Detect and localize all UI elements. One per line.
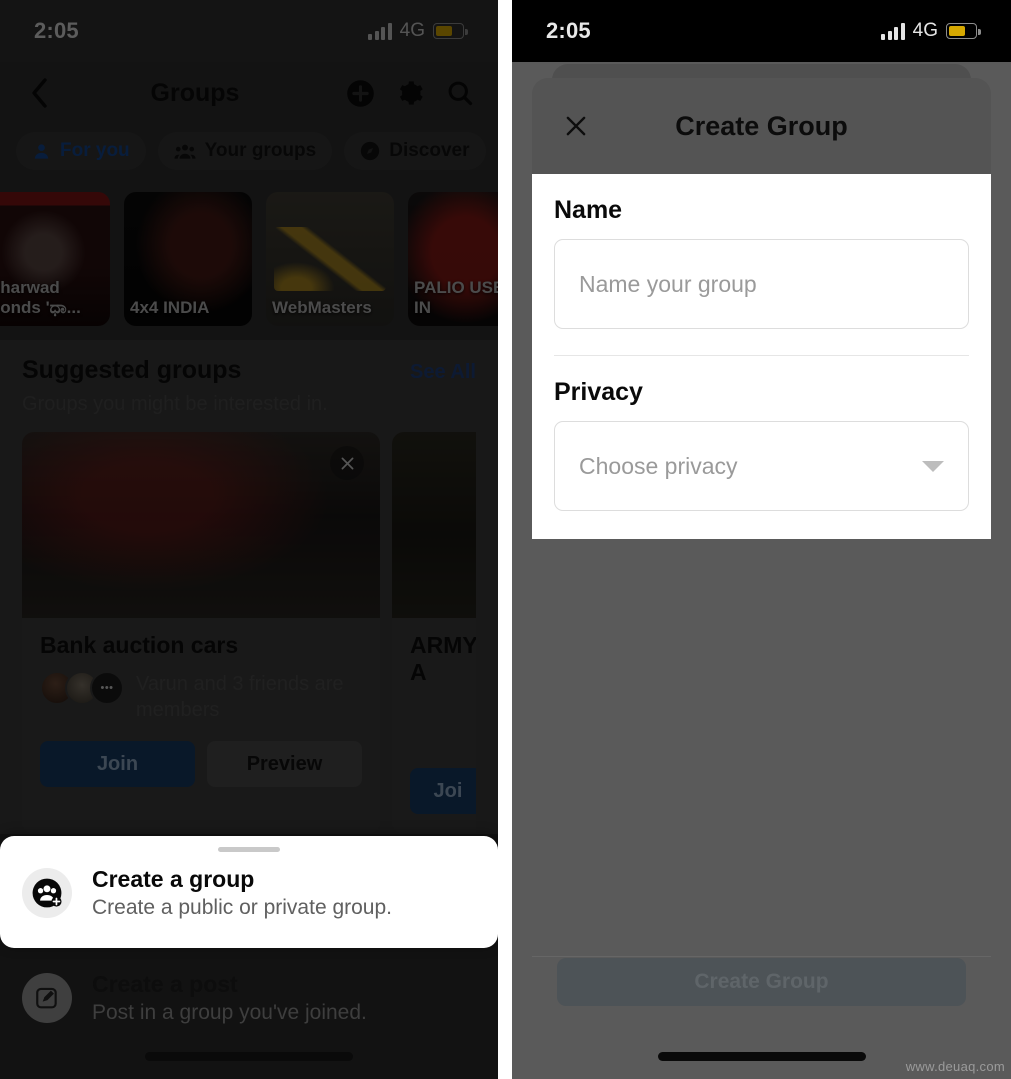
person-icon bbox=[32, 142, 51, 161]
bottom-sheet-secondary: Create a post Post in a group you've joi… bbox=[0, 949, 498, 1039]
tab-label: Your groups bbox=[205, 140, 317, 162]
join-button[interactable]: Join bbox=[40, 741, 195, 787]
group-card[interactable]: Dharwad Bonds 'ಧಾ... bbox=[0, 192, 110, 326]
sheet-item-subtitle: Create a public or private group. bbox=[92, 896, 392, 920]
status-bar: 2:05 4G bbox=[512, 0, 1011, 62]
bottom-sheet-highlighted[interactable]: Create a group Create a public or privat… bbox=[0, 836, 498, 948]
card-actions: Join Preview bbox=[40, 741, 362, 787]
tab-bar: For you Your groups Discover bbox=[0, 124, 498, 182]
members-text: Varun and 3 friends are members bbox=[136, 671, 362, 723]
home-indicator bbox=[145, 1052, 353, 1061]
name-field-label: Name bbox=[554, 196, 969, 225]
join-button[interactable]: Joi bbox=[410, 768, 476, 814]
group-cover-image bbox=[392, 432, 476, 618]
close-icon[interactable] bbox=[330, 446, 364, 480]
see-all-link[interactable]: See All bbox=[410, 361, 476, 384]
status-time: 2:05 bbox=[34, 18, 79, 44]
suggested-group-card[interactable]: Bank auction cars Varun and 3 friends ar… bbox=[22, 432, 380, 834]
create-group-modal: Create Group Name Name your group Privac… bbox=[532, 78, 991, 539]
left-phone-screen: 2:05 4G Groups bbox=[0, 0, 498, 1079]
status-indicators: 4G bbox=[368, 20, 464, 42]
group-cover-image bbox=[22, 432, 380, 618]
network-type-label: 4G bbox=[400, 20, 425, 42]
section-subtitle: Groups you might be interested in. bbox=[22, 393, 476, 416]
home-indicator bbox=[658, 1052, 866, 1061]
sheet-item-text: Create a post Post in a group you've joi… bbox=[92, 971, 367, 1025]
modal-body: Name Name your group Privacy Choose priv… bbox=[532, 174, 991, 539]
modal-header: Create Group bbox=[532, 78, 991, 174]
sheet-item-text: Create a group Create a public or privat… bbox=[92, 866, 392, 920]
app-bar: Groups bbox=[0, 62, 498, 124]
group-card-label: Dharwad Bonds 'ಧಾ... bbox=[0, 278, 104, 318]
group-name-input[interactable]: Name your group bbox=[554, 239, 969, 329]
group-card-label: 4x4 INDIA bbox=[130, 298, 246, 318]
create-group-submit-button[interactable]: Create Group bbox=[557, 958, 966, 1006]
sheet-item-title: Create a post bbox=[92, 971, 367, 998]
panel-separator bbox=[498, 0, 512, 1079]
group-card[interactable]: PALIO USERS IN bbox=[408, 192, 498, 326]
tab-label: For you bbox=[60, 140, 130, 162]
compose-icon bbox=[22, 973, 72, 1023]
chevron-down-icon bbox=[922, 461, 944, 472]
suggested-header: Suggested groups See All bbox=[22, 356, 476, 385]
group-card-strip[interactable]: Dharwad Bonds 'ಧಾ... 4x4 INDIA WebMaster… bbox=[0, 182, 498, 340]
search-icon[interactable] bbox=[444, 77, 476, 109]
privacy-select[interactable]: Choose privacy bbox=[554, 421, 969, 511]
tab-for-you[interactable]: For you bbox=[16, 132, 146, 170]
member-avatars bbox=[40, 671, 124, 705]
people-icon bbox=[174, 142, 196, 161]
section-title: Suggested groups bbox=[22, 356, 241, 385]
privacy-field-label: Privacy bbox=[554, 378, 969, 407]
status-time: 2:05 bbox=[546, 18, 591, 44]
plus-circle-icon[interactable] bbox=[344, 77, 376, 109]
suggested-groups-section: Suggested groups See All Groups you migh… bbox=[0, 340, 498, 834]
dual-screenshot-container: 2:05 4G Groups bbox=[0, 0, 1011, 1079]
status-bar: 2:05 4G bbox=[0, 0, 498, 62]
tab-discover[interactable]: Discover bbox=[344, 132, 485, 170]
group-add-icon bbox=[22, 868, 72, 918]
group-name: ARMY A bbox=[410, 632, 476, 686]
sheet-item-title: Create a group bbox=[92, 866, 392, 893]
signal-bars-icon bbox=[881, 23, 905, 40]
field-divider bbox=[554, 355, 969, 356]
modal-title: Create Group bbox=[532, 111, 991, 142]
right-phone-screen: 2:05 4G Create Group Name Name your grou… bbox=[512, 0, 1011, 1079]
card-body: Bank auction cars Varun and 3 friends ar… bbox=[22, 618, 380, 807]
tab-your-groups[interactable]: Your groups bbox=[158, 132, 333, 170]
close-icon[interactable] bbox=[558, 108, 594, 144]
suggested-cards-row[interactable]: Bank auction cars Varun and 3 friends ar… bbox=[22, 432, 476, 834]
group-name: Bank auction cars bbox=[40, 632, 362, 659]
footer-divider bbox=[532, 956, 991, 957]
sheet-item-subtitle: Post in a group you've joined. bbox=[92, 1001, 367, 1025]
compass-icon bbox=[360, 141, 380, 161]
network-type-label: 4G bbox=[913, 20, 938, 42]
sheet-item-create-post[interactable]: Create a post Post in a group you've joi… bbox=[0, 961, 498, 1039]
card-actions: Joi bbox=[410, 768, 476, 814]
signal-bars-icon bbox=[368, 23, 392, 40]
suggested-group-card[interactable]: ARMY A Joi bbox=[392, 432, 476, 834]
privacy-select-placeholder: Choose privacy bbox=[579, 453, 738, 480]
sheet-item-create-group[interactable]: Create a group Create a public or privat… bbox=[0, 856, 498, 934]
sheet-drag-handle[interactable] bbox=[218, 847, 280, 852]
status-indicators: 4G bbox=[881, 20, 977, 42]
avatar-more bbox=[90, 671, 124, 705]
tab-label: Discover bbox=[389, 140, 469, 162]
page-title: Groups bbox=[46, 79, 344, 108]
card-body: ARMY A Joi bbox=[392, 618, 476, 834]
battery-icon bbox=[946, 23, 977, 39]
name-input-placeholder: Name your group bbox=[579, 271, 757, 298]
app-bar-actions bbox=[344, 77, 476, 109]
group-card[interactable]: WebMasters bbox=[266, 192, 394, 326]
group-card-label: PALIO USERS IN bbox=[414, 278, 498, 318]
battery-icon bbox=[433, 23, 464, 39]
watermark: www.deuaq.com bbox=[906, 1059, 1005, 1074]
members-meta bbox=[410, 698, 476, 750]
gear-icon[interactable] bbox=[394, 77, 426, 109]
group-card[interactable]: 4x4 INDIA bbox=[124, 192, 252, 326]
members-meta: Varun and 3 friends are members bbox=[40, 671, 362, 723]
preview-button[interactable]: Preview bbox=[207, 741, 362, 787]
group-card-label: WebMasters bbox=[272, 298, 388, 318]
